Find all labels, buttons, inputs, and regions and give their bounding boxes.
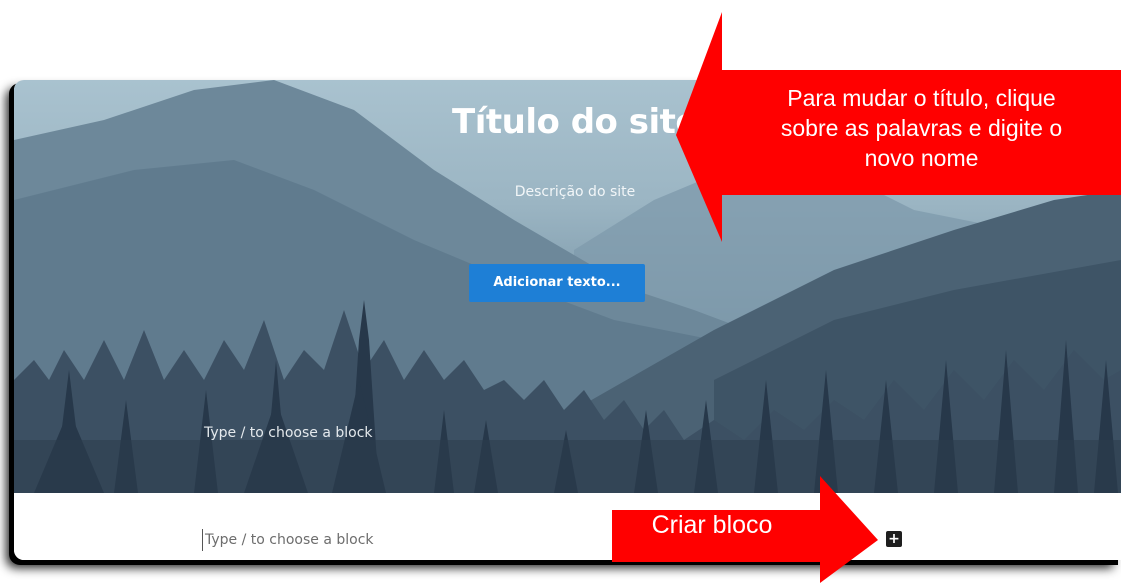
title-hint-line-1: Para mudar o título, clique [787,85,1056,111]
title-hint-line-3: novo nome [864,145,979,171]
title-hint-text: Para mudar o título, clique sobre as pal… [724,83,1119,173]
create-block-hint-text: Criar bloco [651,511,773,539]
tutorial-screenshot: Título do site Descrição do site Adicion… [0,0,1121,583]
title-hint-line-2: sobre as palavras e digite o [780,115,1063,141]
